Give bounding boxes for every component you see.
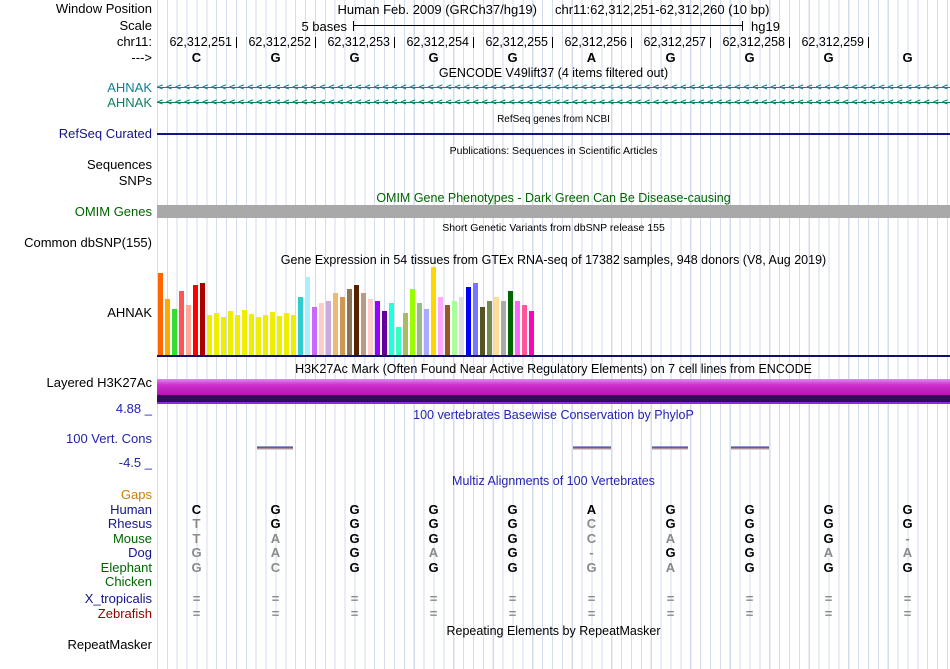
multiz-aligned-base: = [666, 606, 675, 621]
multiz-aligned-base: = [824, 591, 833, 606]
repeatmasker-label[interactable]: RepeatMasker [0, 638, 152, 652]
multiz-aligned-base: G [349, 545, 360, 560]
multiz-aligned-base: A [823, 545, 834, 560]
multiz-aligned-base: = [903, 606, 912, 621]
multiz-aligned-base: G [823, 560, 834, 575]
multiz-aligned-base: G [586, 560, 597, 575]
multiz-species-label-chicken[interactable]: Chicken [0, 575, 152, 589]
multiz-aligned-base: G [665, 516, 676, 531]
multiz-aligned-base: G [349, 516, 360, 531]
gene-label-ahnak[interactable]: AHNAK [0, 96, 152, 110]
repeatmasker-track-title[interactable]: Repeating Elements by RepeatMasker [157, 624, 950, 638]
multiz-aligned-base: A [270, 545, 281, 560]
multiz-aligned-base: A [270, 531, 281, 546]
multiz-aligned-base: G [428, 560, 439, 575]
gene-label-ahnak[interactable]: AHNAK [0, 81, 152, 95]
multiz-species-label-zebrafish[interactable]: Zebrafish [0, 607, 152, 621]
multiz-aligned-base: C [586, 531, 597, 546]
multiz-aligned-base: = [271, 606, 280, 621]
multiz-aligned-base: G [270, 502, 281, 517]
multiz-aligned-base: = [508, 591, 517, 606]
multiz-aligned-base: G [665, 545, 676, 560]
multiz-aligned-base: C [270, 560, 281, 575]
multiz-aligned-base: = [508, 606, 517, 621]
multiz-aligned-base: = [587, 606, 596, 621]
multiz-aligned-base: G [428, 531, 439, 546]
multiz-aligned-base: = [350, 591, 359, 606]
multiz-aligned-base: A [665, 531, 676, 546]
multiz-aligned-base: T [192, 531, 201, 546]
multiz-aligned-base: T [192, 516, 201, 531]
multiz-species-label-x_tropicalis[interactable]: X_tropicalis [0, 592, 152, 606]
multiz-aligned-base: A [586, 502, 597, 517]
multiz-species-label-dog[interactable]: Dog [0, 546, 152, 560]
multiz-aligned-base: = [745, 606, 754, 621]
multiz-aligned-base: G [823, 502, 834, 517]
multiz-aligned-base: G [902, 516, 913, 531]
multiz-aligned-base: G [823, 516, 834, 531]
multiz-aligned-base: = [666, 591, 675, 606]
multiz-aligned-base: G [744, 560, 755, 575]
multiz-aligned-base: G [902, 560, 913, 575]
multiz-aligned-base: G [823, 531, 834, 546]
multiz-aligned-base: G [428, 502, 439, 517]
multiz-aligned-base: G [507, 545, 518, 560]
multiz-aligned-base: G [507, 516, 518, 531]
multiz-aligned-base: G [902, 502, 913, 517]
multiz-aligned-base: G [428, 516, 439, 531]
multiz-aligned-base: G [665, 502, 676, 517]
multiz-aligned-base: - [905, 531, 910, 546]
multiz-aligned-base: = [271, 591, 280, 606]
multiz-species-label-gaps[interactable]: Gaps [0, 488, 152, 502]
multiz-aligned-base: G [507, 560, 518, 575]
multiz-species-label-elephant[interactable]: Elephant [0, 561, 152, 575]
multiz-aligned-base: = [192, 606, 201, 621]
multiz-aligned-base: G [349, 502, 360, 517]
multiz-aligned-base: = [350, 606, 359, 621]
multiz-aligned-base: G [744, 531, 755, 546]
multiz-aligned-base: G [191, 560, 202, 575]
multiz-aligned-base: A [428, 545, 439, 560]
multiz-aligned-base: = [745, 591, 754, 606]
multiz-aligned-base: G [744, 516, 755, 531]
multiz-aligned-base: G [744, 502, 755, 517]
multiz-aligned-base: = [429, 606, 438, 621]
multiz-species-label-human[interactable]: Human [0, 503, 152, 517]
multiz-species-label-mouse[interactable]: Mouse [0, 532, 152, 546]
multiz-species-label-rhesus[interactable]: Rhesus [0, 517, 152, 531]
multiz-aligned-base: A [902, 545, 913, 560]
multiz-aligned-base: C [191, 502, 202, 517]
multiz-aligned-base: G [744, 545, 755, 560]
multiz-aligned-base: G [349, 531, 360, 546]
multiz-aligned-base: G [270, 516, 281, 531]
multiz-aligned-base: = [429, 591, 438, 606]
multiz-aligned-base: - [589, 545, 594, 560]
multiz-aligned-base: G [349, 560, 360, 575]
multiz-aligned-base: G [507, 531, 518, 546]
multiz-aligned-base: A [665, 560, 676, 575]
multiz-aligned-base: = [903, 591, 912, 606]
genome-browser-image: Human Feb. 2009 (GRCh37/hg19) chr11:62,3… [0, 0, 950, 669]
multiz-aligned-base: G [507, 502, 518, 517]
multiz-aligned-base: = [192, 591, 201, 606]
multiz-aligned-base: G [191, 545, 202, 560]
multiz-aligned-base: C [586, 516, 597, 531]
multiz-aligned-base: = [824, 606, 833, 621]
multiz-aligned-base: = [587, 591, 596, 606]
